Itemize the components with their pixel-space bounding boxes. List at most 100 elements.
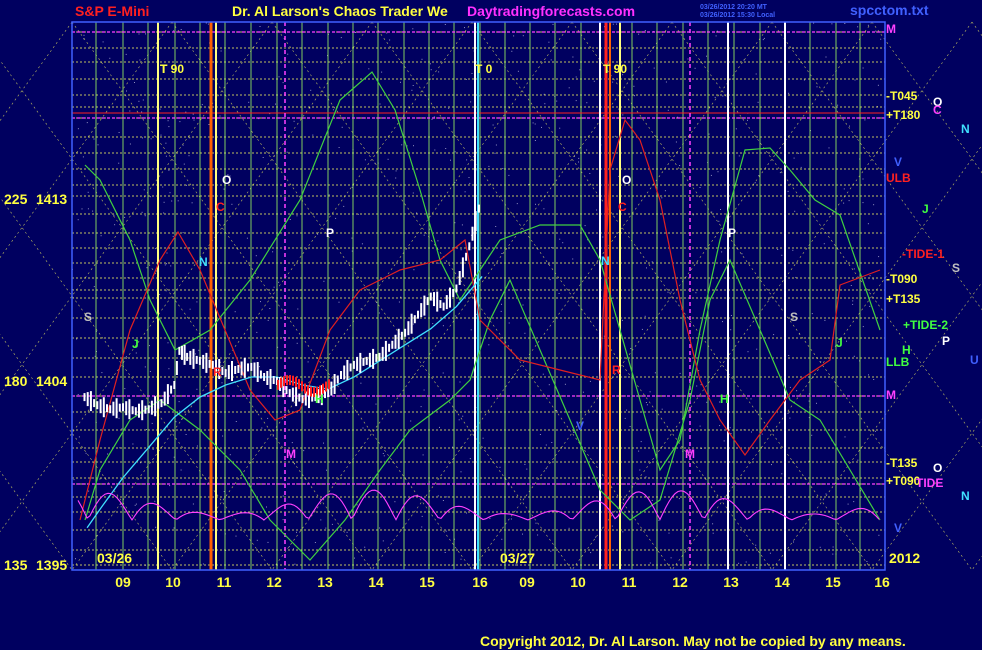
background-dot bbox=[825, 56, 827, 58]
background-dot bbox=[110, 247, 112, 249]
x-axis-hour-label: 13 bbox=[317, 574, 333, 590]
background-dot bbox=[85, 452, 87, 454]
background-dot bbox=[168, 169, 170, 171]
background-dot bbox=[654, 372, 656, 374]
right-level-label: N bbox=[961, 122, 970, 136]
background-dot bbox=[395, 170, 397, 172]
background-dot bbox=[857, 459, 859, 461]
background-dot bbox=[189, 137, 191, 139]
background-dot bbox=[149, 196, 151, 198]
x-axis-hour-label: 10 bbox=[570, 574, 586, 590]
background-dot bbox=[556, 100, 558, 102]
background-dot bbox=[261, 427, 263, 429]
background-dot bbox=[508, 322, 510, 324]
background-dot bbox=[699, 425, 701, 427]
x-axis-hour-label: 15 bbox=[419, 574, 435, 590]
background-dot bbox=[679, 372, 681, 374]
background-dot bbox=[134, 504, 136, 506]
background-dot bbox=[816, 402, 817, 404]
background-dot bbox=[94, 355, 96, 357]
background-dot bbox=[492, 124, 494, 126]
background-dot bbox=[658, 519, 660, 521]
background-dot bbox=[710, 174, 712, 176]
background-dot bbox=[193, 119, 195, 121]
right-level-label: -T135 bbox=[886, 456, 918, 470]
background-dot bbox=[699, 187, 701, 188]
background-dot bbox=[444, 24, 446, 25]
background-dot bbox=[644, 30, 646, 31]
background-dot bbox=[446, 496, 448, 498]
background-dot bbox=[150, 138, 152, 140]
background-dot bbox=[572, 258, 574, 260]
session-marker: T 0 bbox=[475, 62, 493, 76]
x-axis-hour-label: 13 bbox=[723, 574, 739, 590]
background-dot bbox=[522, 35, 524, 37]
background-dot bbox=[464, 191, 466, 193]
background-dot bbox=[629, 426, 631, 427]
background-dot bbox=[828, 147, 830, 149]
background-dot bbox=[370, 136, 372, 138]
background-dot bbox=[434, 149, 436, 151]
planet-letter: M bbox=[685, 447, 695, 461]
background-dot bbox=[622, 114, 624, 116]
background-dot bbox=[93, 138, 95, 140]
background-dot bbox=[715, 35, 717, 37]
x-axis-hour-label: 12 bbox=[672, 574, 688, 590]
x-axis-hour-label: 12 bbox=[266, 574, 282, 590]
background-dot bbox=[296, 342, 298, 344]
background-dot bbox=[151, 422, 153, 424]
background-dot bbox=[499, 466, 501, 468]
background-dot bbox=[124, 388, 126, 390]
background-dot bbox=[462, 415, 464, 417]
background-dot bbox=[294, 563, 296, 565]
background-dot bbox=[92, 210, 94, 212]
y-axis-price-label: 1395 bbox=[36, 557, 67, 573]
background-dot bbox=[445, 530, 447, 532]
background-dot bbox=[763, 37, 765, 39]
background-dot bbox=[552, 23, 554, 25]
background-dot bbox=[272, 435, 274, 437]
background-dot bbox=[781, 254, 783, 256]
background-dot bbox=[198, 349, 200, 351]
year-label: 2012 bbox=[889, 550, 920, 566]
x-axis-hour-label: 16 bbox=[874, 574, 890, 590]
background-dot bbox=[442, 325, 444, 327]
background-dot bbox=[756, 567, 758, 569]
background-dot bbox=[201, 104, 203, 106]
background-dot bbox=[723, 440, 725, 442]
right-level-label: +TIDE-2 bbox=[903, 318, 948, 332]
session-marker: T 90 bbox=[603, 62, 627, 76]
background-dot bbox=[159, 294, 161, 295]
background-dot bbox=[769, 552, 771, 554]
background-dot bbox=[423, 234, 425, 236]
right-level-label: C bbox=[933, 103, 942, 117]
background-dot bbox=[180, 469, 182, 471]
background-dot bbox=[564, 383, 566, 385]
background-dot bbox=[420, 406, 422, 408]
background-dot bbox=[811, 434, 813, 436]
background-dot bbox=[259, 26, 261, 27]
background-dot bbox=[445, 148, 447, 149]
background-dot bbox=[173, 30, 175, 32]
background-dot bbox=[800, 166, 802, 168]
planet-letter: R bbox=[213, 365, 222, 379]
background-dot bbox=[549, 279, 551, 281]
background-dot bbox=[160, 134, 162, 136]
background-dot bbox=[361, 243, 363, 245]
background-dot bbox=[275, 103, 276, 105]
background-dot bbox=[738, 562, 740, 564]
background-dot bbox=[495, 226, 497, 227]
background-dot bbox=[168, 126, 170, 128]
background-dot bbox=[118, 417, 120, 419]
background-dot bbox=[454, 182, 456, 184]
background-dot bbox=[364, 159, 366, 161]
background-dot bbox=[634, 95, 635, 97]
background-dot bbox=[575, 76, 577, 78]
background-dot bbox=[819, 546, 821, 548]
background-dot bbox=[413, 145, 414, 147]
background-dot bbox=[878, 534, 880, 536]
background-dot bbox=[508, 174, 510, 176]
background-dot bbox=[125, 53, 127, 55]
background-dot bbox=[638, 33, 640, 35]
background-dot bbox=[149, 371, 151, 372]
